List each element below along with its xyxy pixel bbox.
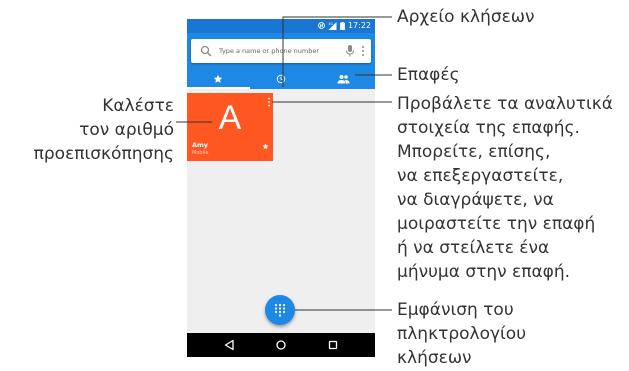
callout-call-preview: Καλέστε τον αριθμό προεπισκόπησης: [33, 96, 174, 164]
callout-call-log: Αρχείο κλήσεων: [397, 7, 535, 27]
callout-line-call-log: [282, 16, 392, 87]
callout-contacts: Επαφές: [397, 65, 460, 85]
callout-contact-details: Προβάλετε τα αναλυτικά στοιχεία της επαφ…: [397, 94, 613, 282]
callout-dialpad: Εμφάνιση του πληκτρολογίου κλήσεων: [397, 300, 527, 368]
